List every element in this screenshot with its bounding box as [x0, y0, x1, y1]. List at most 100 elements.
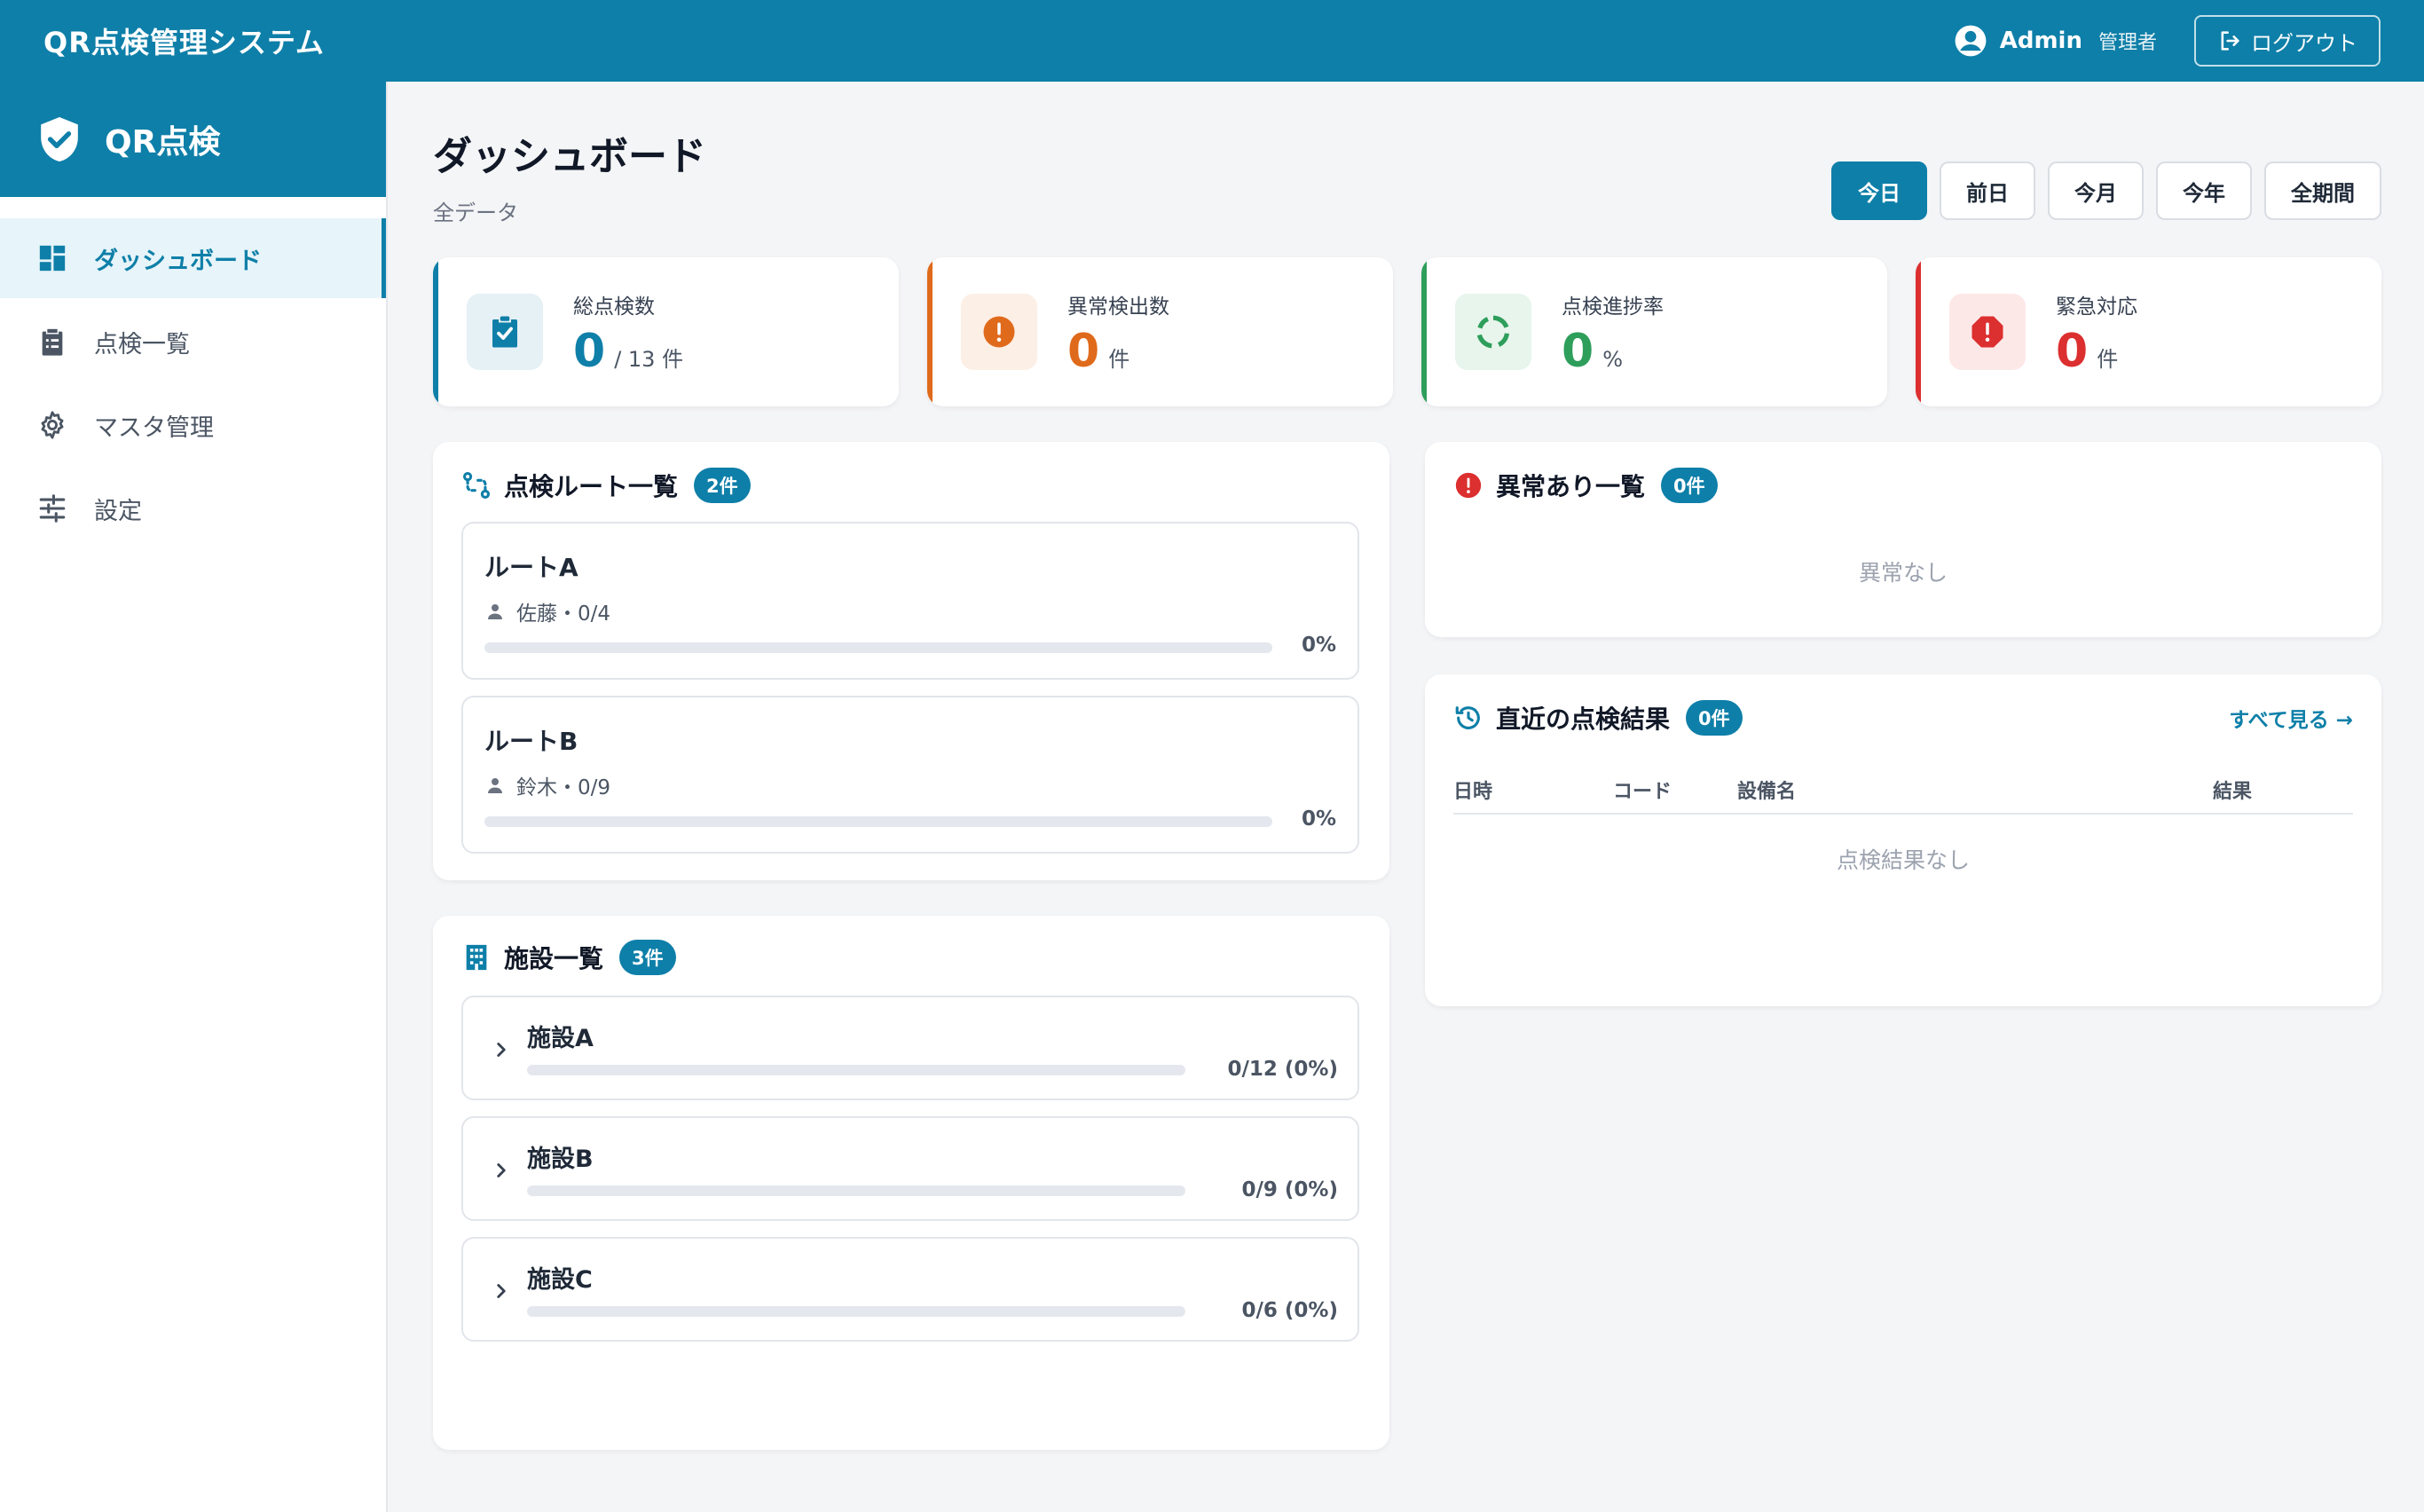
kpi-value: 0: [1562, 325, 1594, 378]
chevron-right-icon: [497, 1163, 506, 1177]
history-icon: [1455, 706, 1480, 729]
routes-panel: 点検ルート一覧 2件 ルートA 佐藤・0/4 0% ルートB 鈴木・0/9 0%: [433, 442, 1389, 880]
person-icon: [488, 604, 502, 619]
top-bar: QR点検管理システム Admin 管理者 ログアウト: [0, 0, 2424, 82]
column-header-result[interactable]: 結果: [2213, 776, 2252, 804]
page-subtitle: 全データ: [433, 201, 518, 225]
kpi-value: 0: [2056, 325, 2089, 378]
facility-progress-bar: [527, 1065, 1185, 1075]
logout-button[interactable]: ログアウト: [2194, 15, 2381, 67]
kpi-label: 緊急対応: [2056, 295, 2137, 319]
clipboard-icon: [42, 328, 63, 356]
sidebar-brand[interactable]: QR点検: [0, 82, 386, 197]
facility-progress-bar: [527, 1306, 1185, 1317]
period-yesterday-button[interactable]: 前日: [1940, 161, 2035, 220]
route-meta-text: 佐藤・0/4: [516, 602, 611, 626]
kpi-value-row: 0 / 13 件: [573, 328, 683, 374]
kpi-unit: 件: [1108, 347, 1130, 372]
kpi-label: 総点検数: [573, 295, 655, 319]
logout-icon: [2221, 31, 2239, 51]
user-role: 管理者: [2097, 32, 2157, 54]
column-header-datetime[interactable]: 日時: [1453, 776, 1492, 804]
period-all-button[interactable]: 全期間: [2264, 161, 2381, 220]
route-name: ルートA: [484, 553, 578, 582]
facility-stat: 0/6 (0%): [1241, 1299, 1339, 1322]
facility-row-a[interactable]: 施設A 0/12 (0%): [461, 996, 1359, 1100]
sliders-icon: [39, 494, 66, 523]
period-this-year-button[interactable]: 今年: [2156, 161, 2252, 220]
view-all-link[interactable]: すべて見る →: [2229, 703, 2353, 733]
route-name: ルートB: [484, 727, 578, 756]
topbar-right: Admin 管理者 ログアウト: [1954, 15, 2381, 67]
recent-empty-state: 点検結果なし: [1836, 847, 1970, 873]
kpi-progress-rate: 点検進捗率 0 %: [1421, 257, 1887, 406]
recent-results-panel: 直近の点検結果 0件 すべて見る → 日時 コード 設備名 結果 点検結果なし: [1425, 674, 2381, 1006]
period-this-month-button[interactable]: 今月: [2048, 161, 2144, 220]
facilities-count-badge: 3件: [619, 940, 676, 975]
user-avatar-icon: [1955, 25, 1987, 57]
facility-progress-bar: [527, 1185, 1185, 1196]
facility-name: 施設C: [527, 1266, 593, 1294]
anomalies-title: 異常あり一覧: [1496, 472, 1646, 501]
route-meta-text: 鈴木・0/9: [516, 776, 611, 799]
kpi-label: 異常検出数: [1067, 295, 1169, 319]
route-icon: [462, 471, 491, 500]
kpi-value: 0: [573, 325, 606, 378]
kpi-value-row: 0 %: [1562, 328, 1664, 374]
sidebar-item-master[interactable]: マスタ管理: [0, 385, 386, 465]
kpi-urgent: 緊急対応 0 件: [1916, 257, 2381, 406]
facility-row-b[interactable]: 施設B 0/9 (0%): [461, 1116, 1359, 1221]
kpi-value: 0: [1067, 325, 1100, 378]
page-title: ダッシュボード: [433, 134, 706, 179]
facilities-title: 施設一覧: [504, 944, 604, 973]
chevron-right-icon: [497, 1043, 506, 1057]
kpi-icon-box: [1455, 294, 1531, 370]
sidebar-item-dashboard[interactable]: ダッシュボード: [0, 218, 386, 298]
route-progress-bar: [484, 816, 1272, 827]
kpi-row: 総点検数 0 / 13 件 異常検出数 0 件 点検進捗率 0 % 緊急対応 0…: [433, 257, 2381, 406]
alert-circle-icon: [1455, 472, 1482, 499]
user-name: Admin: [1999, 28, 2082, 54]
kpi-icon-box: [467, 294, 543, 370]
kpi-text: 総点検数 0 / 13 件: [573, 289, 683, 374]
facility-stat: 0/9 (0%): [1241, 1178, 1339, 1201]
kpi-unit: 件: [2097, 347, 2119, 372]
kpi-label: 点検進捗率: [1562, 295, 1664, 319]
facility-stat: 0/12 (0%): [1227, 1058, 1339, 1081]
building-icon: [466, 944, 487, 971]
shield-check-icon: [41, 117, 78, 161]
anomalies-empty-state: 異常なし: [1858, 560, 1948, 586]
route-card-b[interactable]: ルートB 鈴木・0/9 0%: [461, 696, 1359, 854]
column-header-code[interactable]: コード: [1613, 776, 1672, 804]
app-title: QR点検管理システム: [43, 26, 325, 59]
recent-panel-header: 直近の点検結果 0件 すべて見る →: [1453, 696, 2353, 740]
sidebar-item-label: 設定: [94, 497, 142, 525]
period-filter: 今日 前日 今月 今年 全期間: [1831, 161, 2381, 220]
kpi-icon-box: [961, 294, 1037, 370]
clipboard-check-icon: [492, 316, 517, 348]
route-meta: 佐藤・0/4: [484, 596, 610, 626]
routes-count-badge: 2件: [694, 468, 751, 503]
column-header-equipment[interactable]: 設備名: [1737, 776, 1796, 804]
recent-table-header: 日時 コード 設備名 結果: [1453, 767, 2353, 815]
facility-row-c[interactable]: 施設C 0/6 (0%): [461, 1237, 1359, 1342]
user-menu[interactable]: Admin 管理者: [1954, 24, 2157, 58]
facilities-panel-header: 施設一覧 3件: [461, 935, 676, 980]
kpi-total-inspections: 総点検数 0 / 13 件: [433, 257, 899, 406]
facilities-panel: 施設一覧 3件 施設A 0/12 (0%) 施設B 0/9 (0%) 施設C 0…: [433, 916, 1389, 1450]
kpi-icon-box: [1949, 294, 2026, 370]
route-card-a[interactable]: ルートA 佐藤・0/4 0%: [461, 522, 1359, 680]
kpi-anomalies: 異常検出数 0 件: [927, 257, 1393, 406]
kpi-text: 緊急対応 0 件: [2056, 289, 2137, 374]
page-header: ダッシュボード 全データ: [433, 124, 706, 226]
routes-title: 点検ルート一覧: [504, 472, 679, 501]
sidebar-item-settings[interactable]: 設定: [0, 469, 386, 548]
brand-name: QR点検: [105, 124, 221, 161]
kpi-text: 点検進捗率 0 %: [1562, 289, 1664, 374]
kpi-unit: %: [1602, 347, 1623, 372]
chevron-right-icon: [497, 1284, 506, 1298]
period-today-button[interactable]: 今日: [1831, 161, 1927, 220]
sidebar-item-label: マスタ管理: [94, 413, 214, 442]
kpi-text: 異常検出数 0 件: [1067, 289, 1169, 374]
sidebar-item-inspections[interactable]: 点検一覧: [0, 302, 386, 382]
